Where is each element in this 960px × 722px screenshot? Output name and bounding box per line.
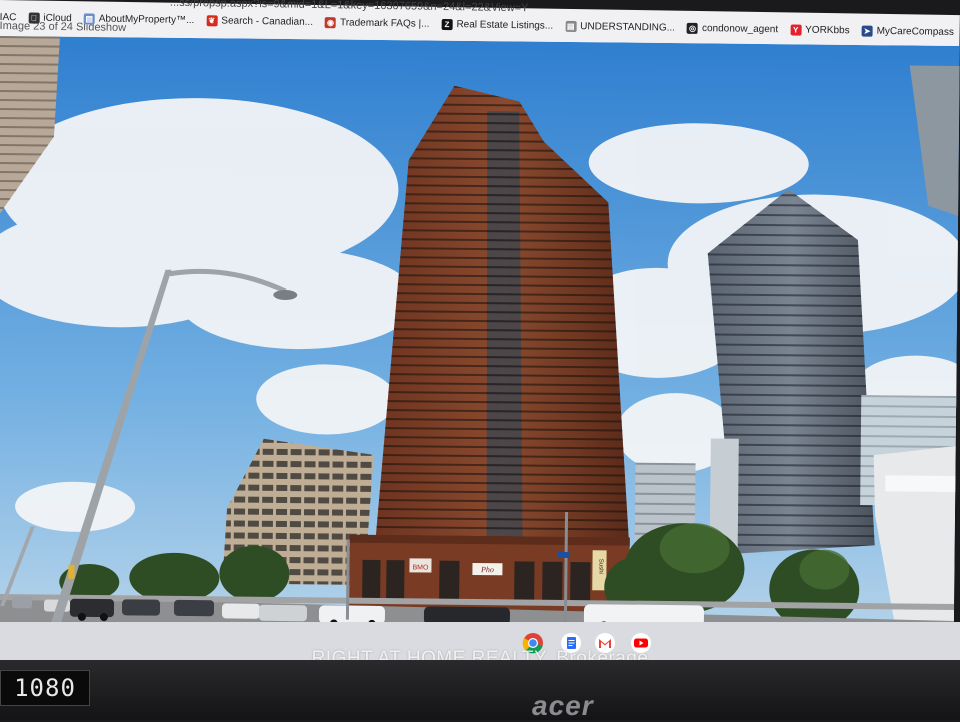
bookmark-label: Search - Canadian... bbox=[221, 14, 314, 28]
bookmark-item[interactable]: Y YORKbbs bbox=[790, 23, 850, 36]
laptop-bezel bbox=[0, 660, 960, 720]
yorkbbs-icon: Y bbox=[790, 23, 802, 36]
bookmark-label: YORKbbs bbox=[805, 24, 850, 36]
bookmark-label: Trademark FAQs |... bbox=[339, 16, 430, 30]
bookmark-item[interactable]: IAC bbox=[0, 11, 16, 22]
building-photo-image: BMO Pho Sushi bbox=[0, 36, 960, 639]
bookmark-label: UNDERSTANDING... bbox=[580, 20, 676, 34]
sign-bmo: BMO bbox=[412, 564, 429, 571]
bookmark-item[interactable]: ▤ UNDERSTANDING... bbox=[565, 20, 675, 33]
compass-icon: ➤ bbox=[861, 25, 873, 37]
bookmark-item[interactable]: ▤ AboutMyProperty™... bbox=[83, 12, 195, 26]
bookmark-label: condonow_agent bbox=[701, 22, 779, 35]
brand-logo: acer bbox=[532, 690, 594, 721]
apple-icon:  bbox=[28, 11, 40, 24]
bookmark-label: AboutMyProperty™... bbox=[98, 13, 195, 26]
pin-icon: ◉ bbox=[324, 16, 337, 28]
bookmark-item[interactable]: ❦ Search - Canadian... bbox=[206, 14, 314, 28]
sign-sushi: Sushi bbox=[597, 559, 603, 574]
bookmark-label: MyCareCompass bbox=[876, 25, 954, 38]
bookmark-item[interactable]: ◉ Trademark FAQs |... bbox=[324, 16, 430, 30]
bookmark-item[interactable]: iCloud bbox=[28, 11, 72, 24]
bookmark-item[interactable]: Z Real Estate Listings... bbox=[441, 18, 553, 31]
maple-leaf-icon: ❦ bbox=[206, 14, 218, 26]
building-photo: BMO Pho Sushi bbox=[0, 36, 960, 639]
bookmark-label: IAC bbox=[0, 11, 17, 23]
page-icon: ▤ bbox=[565, 20, 577, 32]
page-icon: ▤ bbox=[83, 12, 95, 24]
globe-icon: ◎ bbox=[686, 22, 699, 34]
z-icon: Z bbox=[441, 18, 453, 30]
bookmark-item[interactable]: ◎ condonow_agent bbox=[686, 22, 779, 35]
bookmark-item[interactable]: ➤ MyCareCompass bbox=[861, 25, 954, 38]
resolution-badge: 1080 bbox=[0, 670, 90, 706]
bookmark-label: iCloud bbox=[43, 12, 72, 24]
sign-pho: Pho bbox=[480, 565, 494, 574]
bookmark-label: Real Estate Listings... bbox=[456, 18, 554, 32]
